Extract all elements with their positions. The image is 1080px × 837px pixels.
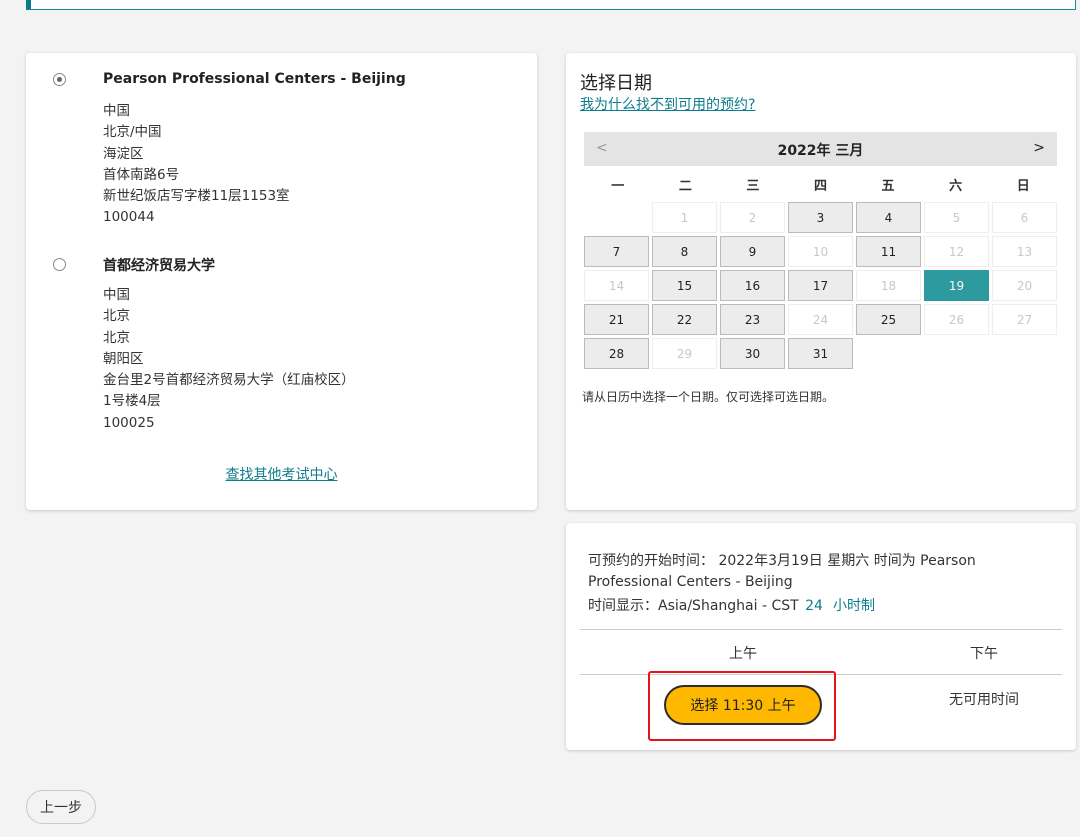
timezone-line: 时间显示：Asia/Shanghai - CST 24 小时制 (588, 595, 875, 615)
weekday-label: 三 (746, 178, 760, 194)
time-table: 上午 下午 选择 11:30 上午 无可用时间 (580, 629, 1062, 750)
test-centers-card: Pearson Professional Centers - Beijing 中… (26, 53, 537, 510)
calendar-day-4[interactable]: 4 (856, 202, 921, 233)
calendar-header: < 2022年 三月 > (584, 132, 1057, 166)
calendar-day-28[interactable]: 28 (584, 338, 649, 369)
calendar-day-23[interactable]: 23 (720, 304, 785, 335)
am-column-header: 上午 (729, 646, 757, 662)
address-line: 金台里2号首都经济贸易大学（红庙校区） (103, 372, 355, 389)
calendar-day-8[interactable]: 8 (652, 236, 717, 267)
calendar: < 2022年 三月 > 一 二 三 四 五 六 日 1 2 3 4 5 6 7 8 9 10 11… (584, 132, 1057, 369)
center-name: 首都经济贸易大学 (103, 258, 215, 274)
address-line: 海淀区 (103, 145, 144, 162)
calendar-day-31[interactable]: 31 (788, 338, 853, 369)
calendar-day-27: 27 (992, 304, 1057, 335)
calendar-day-11[interactable]: 11 (856, 236, 921, 267)
calendar-day-14: 14 (584, 270, 649, 301)
center-name: Pearson Professional Centers - Beijing (103, 71, 406, 87)
find-other-centers-link[interactable]: 查找其他考试中心 (26, 464, 537, 484)
calendar-instructions: 请从日历中选择一个日期。仅可选择可选日期。 (582, 390, 835, 404)
calendar-day-25[interactable]: 25 (856, 304, 921, 335)
24-hour-toggle[interactable]: 24 (805, 598, 823, 614)
calendar-empty-cell (584, 202, 649, 233)
address-line: 新世纪饭店写字楼11层1153室 (103, 188, 290, 205)
calendar-day-10: 10 (788, 236, 853, 267)
calendar-day-30[interactable]: 30 (720, 338, 785, 369)
radio-button[interactable] (53, 258, 66, 271)
calendar-day-18: 18 (856, 270, 921, 301)
weekday-label: 六 (949, 178, 963, 194)
calendar-day-2: 2 (720, 202, 785, 233)
calendar-day-16[interactable]: 16 (720, 270, 785, 301)
address-line: 1号楼4层 (103, 393, 161, 410)
calendar-month-title: 2022年 三月 (777, 143, 864, 159)
address-line: 北京/中国 (103, 124, 162, 141)
date-panel-title: 选择日期 (580, 73, 652, 94)
calendar-day-7[interactable]: 7 (584, 236, 649, 267)
date-selection-card: 选择日期 我为什么找不到可用的预约? < 2022年 三月 > 一 二 三 四 … (566, 53, 1076, 510)
calendar-day-29: 29 (652, 338, 717, 369)
address-line: 首体南路6号 (103, 166, 180, 183)
calendar-day-20: 20 (992, 270, 1057, 301)
calendar-day-13: 13 (992, 236, 1057, 267)
next-month-button[interactable]: > (1033, 140, 1045, 156)
radio-button-selected[interactable] (53, 73, 66, 86)
weekday-label: 五 (881, 178, 895, 194)
calendar-day-1: 1 (652, 202, 717, 233)
calendar-day-22[interactable]: 22 (652, 304, 717, 335)
why-no-appointments-link[interactable]: 我为什么找不到可用的预约? (580, 94, 755, 114)
weekday-row: 一 二 三 四 五 六 日 (584, 166, 1057, 202)
weekday-label: 四 (813, 178, 827, 194)
calendar-day-5: 5 (924, 202, 989, 233)
calendar-day-17[interactable]: 17 (788, 270, 853, 301)
top-banner (26, 0, 1076, 10)
weekday-label: 二 (678, 178, 692, 194)
calendar-day-3[interactable]: 3 (788, 202, 853, 233)
address-line: 北京 (103, 329, 130, 346)
calendar-day-6: 6 (992, 202, 1057, 233)
no-available-time: 无可用时间 (949, 692, 1019, 708)
calendar-day-24: 24 (788, 304, 853, 335)
calendar-day-12: 12 (924, 236, 989, 267)
time-selection-card: 可预约的开始时间： 2022年3月19日 星期六 时间为 Pearson Pro… (566, 523, 1076, 750)
select-time-button[interactable]: 选择 11:30 上午 (664, 685, 822, 725)
address-line: 北京 (103, 308, 130, 325)
pm-column-header: 下午 (970, 646, 998, 662)
weekday-label: 日 (1016, 178, 1030, 194)
calendar-day-21[interactable]: 21 (584, 304, 649, 335)
calendar-days-grid: 1 2 3 4 5 6 7 8 9 10 11 12 13 14 15 16 17 18 19 20 21 22 23 24 2… (584, 202, 1057, 369)
center-address: 中国 北京/中国 海淀区 首体南路6号 新世纪饭店写字楼11层1153室 100… (103, 101, 290, 229)
time-table-header: 上午 下午 (580, 630, 1062, 675)
center-address: 中国 北京 北京 朝阳区 金台里2号首都经济贸易大学（红庙校区） 1号楼4层 1… (103, 285, 355, 434)
calendar-day-19[interactable]: 19 (924, 270, 989, 301)
address-line: 中国 (103, 103, 130, 119)
available-start-time-info: 可预约的开始时间： 2022年3月19日 星期六 时间为 Pearson Pro… (588, 553, 976, 590)
calendar-day-15[interactable]: 15 (652, 270, 717, 301)
address-line: 朝阳区 (103, 350, 144, 367)
timezone-label: 时间显示： (588, 598, 658, 614)
time-table-row: 选择 11:30 上午 无可用时间 (580, 671, 1062, 750)
address-line: 中国 (103, 287, 130, 303)
timezone-value: Asia/Shanghai - CST (658, 598, 799, 614)
address-line: 100044 (103, 209, 155, 226)
back-button[interactable]: 上一步 (26, 790, 96, 824)
hour-format-link[interactable]: 小时制 (833, 598, 875, 614)
calendar-day-9[interactable]: 9 (720, 236, 785, 267)
weekday-label: 一 (611, 178, 625, 194)
address-line: 100025 (103, 414, 155, 431)
calendar-day-26: 26 (924, 304, 989, 335)
